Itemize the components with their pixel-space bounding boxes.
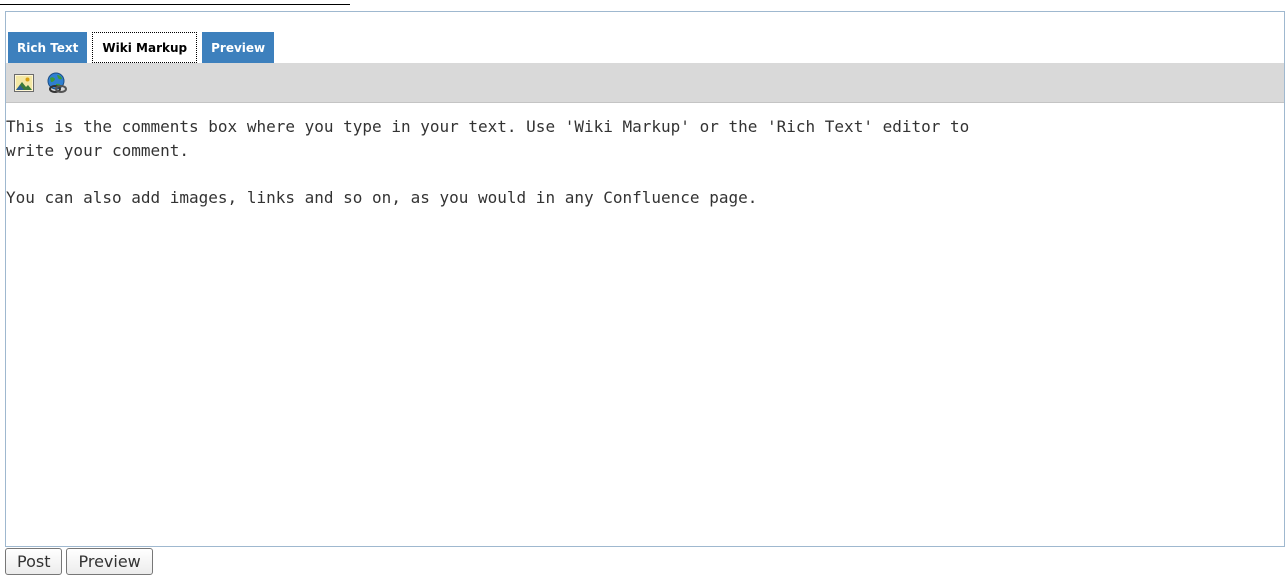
post-button[interactable]: Post: [5, 548, 63, 575]
preview-button[interactable]: Preview: [66, 548, 153, 575]
insert-link-button[interactable]: [45, 71, 69, 95]
tab-wiki-markup[interactable]: Wiki Markup: [92, 32, 198, 63]
insert-image-button[interactable]: [12, 71, 36, 95]
top-divider-line: [0, 4, 350, 5]
insert-link-icon: [47, 72, 67, 93]
tab-preview[interactable]: Preview: [202, 32, 275, 63]
editor-toolbar: [6, 63, 1284, 103]
tab-rich-text[interactable]: Rich Text: [8, 32, 88, 63]
comment-textarea[interactable]: This is the comments box where you type …: [6, 103, 1284, 546]
editor-mode-tabs: Rich Text Wiki Markup Preview: [8, 19, 275, 63]
insert-image-icon: [14, 73, 34, 92]
comment-actions: Post Preview: [5, 548, 153, 575]
